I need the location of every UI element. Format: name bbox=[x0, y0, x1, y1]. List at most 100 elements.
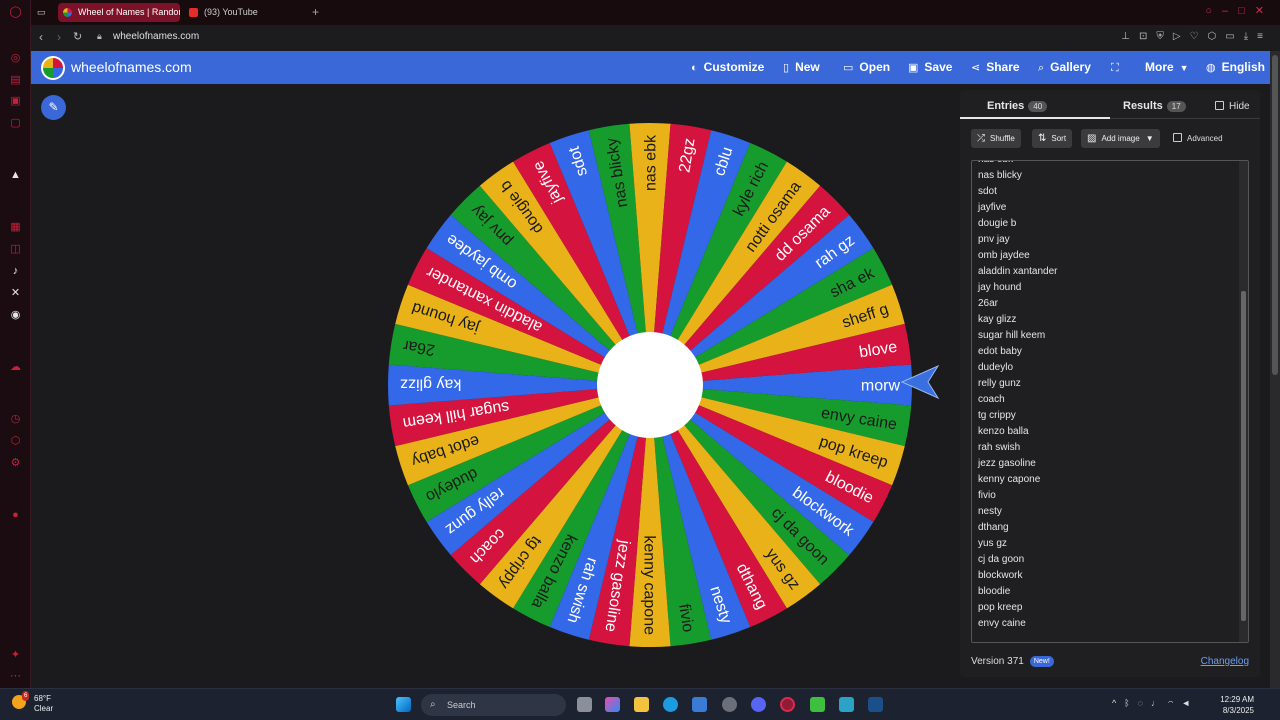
open-button[interactable]: ▭ Open bbox=[843, 60, 890, 74]
x-icon[interactable]: ✕ bbox=[9, 287, 22, 300]
entry-item[interactable]: bloodie bbox=[978, 584, 1058, 600]
chrome-icon[interactable] bbox=[722, 697, 737, 712]
entry-item[interactable]: nas ebk bbox=[978, 161, 1058, 168]
reload-icon[interactable]: ↻ bbox=[73, 30, 82, 43]
entry-item[interactable]: nas blicky bbox=[978, 168, 1058, 184]
start-icon[interactable] bbox=[396, 697, 411, 712]
sort-button[interactable]: ⇅ Sort bbox=[1032, 129, 1073, 148]
bluetooth-icon[interactable]: ᛒ bbox=[1124, 698, 1137, 708]
chevron-up-icon[interactable]: ^ bbox=[1112, 698, 1124, 708]
vpn-icon[interactable]: ● bbox=[9, 509, 22, 522]
entries-scrollbar-thumb[interactable] bbox=[1241, 291, 1246, 621]
entry-item[interactable]: rah swish bbox=[978, 440, 1058, 456]
discord-icon[interactable]: ◉ bbox=[9, 309, 22, 322]
settings-icon[interactable]: ⚙ bbox=[9, 457, 22, 470]
entry-item[interactable]: dudeylo bbox=[978, 360, 1058, 376]
gallery-button[interactable]: ⌕ Gallery bbox=[1038, 60, 1091, 75]
instagram-icon[interactable]: ◫ bbox=[9, 243, 22, 256]
customize-button[interactable]: ◐ Customize bbox=[691, 60, 764, 74]
entry-item[interactable]: sugar hill keem bbox=[978, 328, 1058, 344]
new-button[interactable]: ▯ New bbox=[783, 60, 820, 74]
wallet-icon[interactable]: ▭ bbox=[1225, 31, 1243, 42]
back-icon[interactable]: ‹ bbox=[39, 30, 43, 44]
cube-icon[interactable]: ⬡ bbox=[1208, 31, 1226, 42]
more-icon[interactable]: ⋯ bbox=[9, 670, 22, 683]
entry-item[interactable]: envy caine bbox=[978, 616, 1058, 632]
history-icon[interactable]: ◷ bbox=[9, 413, 22, 426]
snapshot-icon[interactable]: ⊡ bbox=[1139, 31, 1156, 42]
entry-item[interactable]: kenny capone bbox=[978, 472, 1058, 488]
network-icon[interactable]: ◌ bbox=[1138, 698, 1151, 708]
tiktok-icon[interactable]: ♪ bbox=[9, 265, 22, 278]
site-title[interactable]: wheelofnames.com bbox=[71, 59, 192, 75]
shuffle-button[interactable]: ⤮ Shuffle bbox=[971, 129, 1021, 148]
soundcloud-icon[interactable]: ☁ bbox=[9, 361, 22, 374]
clock[interactable]: 12:29 AM 8/3/2025 bbox=[1220, 694, 1254, 716]
edit-icon[interactable]: ✎ bbox=[41, 95, 66, 120]
entry-item[interactable]: relly gunz bbox=[978, 376, 1058, 392]
entry-item[interactable]: nesty bbox=[978, 504, 1058, 520]
more-button[interactable]: More ▼ bbox=[1145, 60, 1189, 74]
advanced-checkbox[interactable]: Advanced bbox=[1173, 133, 1223, 143]
wheel-center[interactable] bbox=[597, 332, 703, 438]
tab-results[interactable]: Results 17 bbox=[1123, 100, 1186, 112]
entry-item[interactable]: fivio bbox=[978, 488, 1058, 504]
url-field[interactable]: wheelofnames.com bbox=[113, 31, 199, 42]
edge-icon[interactable] bbox=[663, 697, 678, 712]
opera-gx-icon[interactable] bbox=[780, 697, 795, 712]
tab-manager-icon[interactable]: ▭ bbox=[37, 3, 57, 22]
messenger-icon[interactable]: ▢ bbox=[9, 117, 22, 130]
weather-widget[interactable]: 6 68°F Clear bbox=[12, 691, 53, 714]
store-icon[interactable] bbox=[692, 697, 707, 712]
entry-item[interactable]: kay glizz bbox=[978, 312, 1058, 328]
entry-item[interactable]: pop kreep bbox=[978, 600, 1058, 616]
new-tab-icon[interactable]: + bbox=[312, 5, 319, 19]
entry-item[interactable]: 26ar bbox=[978, 296, 1058, 312]
search-input[interactable]: ⌕ Search bbox=[421, 694, 566, 716]
forward-icon[interactable]: › bbox=[57, 30, 61, 44]
minecraft-icon[interactable] bbox=[810, 697, 825, 712]
bookmarks-icon[interactable]: ▣ bbox=[9, 95, 22, 108]
entry-item[interactable]: sdot bbox=[978, 184, 1058, 200]
changelog-link[interactable]: Changelog bbox=[1201, 656, 1249, 667]
entry-item[interactable]: edot baby bbox=[978, 344, 1058, 360]
twitch-icon[interactable]: ▦ bbox=[9, 221, 22, 234]
task-view-icon[interactable] bbox=[577, 697, 592, 712]
entry-item[interactable]: coach bbox=[978, 392, 1058, 408]
minimize-icon[interactable]: – bbox=[1222, 5, 1238, 17]
fullscreen-button[interactable]: ⛶ bbox=[1111, 60, 1125, 75]
maximize-icon[interactable]: □ bbox=[1238, 5, 1255, 17]
file-explorer-icon[interactable] bbox=[634, 697, 649, 712]
entries-scrollbar[interactable] bbox=[1239, 161, 1248, 642]
search-tabs-icon[interactable]: ○ bbox=[1205, 5, 1222, 17]
volume-icon[interactable]: ◄ bbox=[1181, 698, 1198, 708]
entry-item[interactable]: kenzo balla bbox=[978, 424, 1058, 440]
page-scrollbar[interactable] bbox=[1270, 51, 1280, 688]
gx-icon[interactable]: ✦ bbox=[9, 649, 22, 662]
tab-entries[interactable]: Entries 40 bbox=[987, 100, 1048, 112]
pin-icon[interactable]: ⊥ bbox=[1121, 31, 1139, 42]
share-button[interactable]: ⋖ Share bbox=[971, 60, 1020, 74]
entry-item[interactable]: blockwork bbox=[978, 568, 1058, 584]
discord-taskbar-icon[interactable] bbox=[751, 697, 766, 712]
entry-item[interactable]: aladdin xantander bbox=[978, 264, 1058, 280]
entry-item[interactable]: omb jaydee bbox=[978, 248, 1058, 264]
mic-icon[interactable]: ♩ bbox=[1151, 698, 1168, 708]
tab-wheel-of-names[interactable]: Wheel of Names | Random bbox=[58, 3, 180, 22]
tab-youtube[interactable]: (93) YouTube bbox=[184, 3, 294, 22]
close-icon[interactable]: ✕ bbox=[1255, 5, 1274, 17]
play-icon[interactable]: ▷ bbox=[1173, 31, 1190, 42]
download-icon[interactable]: ⤓ bbox=[1244, 31, 1257, 42]
entry-item[interactable]: cj da goon bbox=[978, 552, 1058, 568]
entry-item[interactable]: dougie b bbox=[978, 216, 1058, 232]
aria-icon[interactable]: ▲ bbox=[9, 169, 22, 182]
steam-icon[interactable] bbox=[868, 697, 883, 712]
app-icon[interactable] bbox=[839, 697, 854, 712]
heart-icon[interactable]: ♡ bbox=[1190, 31, 1208, 42]
wifi-icon[interactable]: ◠ bbox=[1168, 698, 1181, 708]
entry-item[interactable]: jayfive bbox=[978, 200, 1058, 216]
hide-checkbox[interactable]: Hide bbox=[1215, 101, 1250, 112]
wheel[interactable]: morwenvy cainepop kreepbloodieblockworkc… bbox=[386, 121, 914, 649]
wheel-logo-icon[interactable] bbox=[41, 56, 65, 80]
speed-dial-icon[interactable]: ▤ bbox=[9, 74, 22, 87]
